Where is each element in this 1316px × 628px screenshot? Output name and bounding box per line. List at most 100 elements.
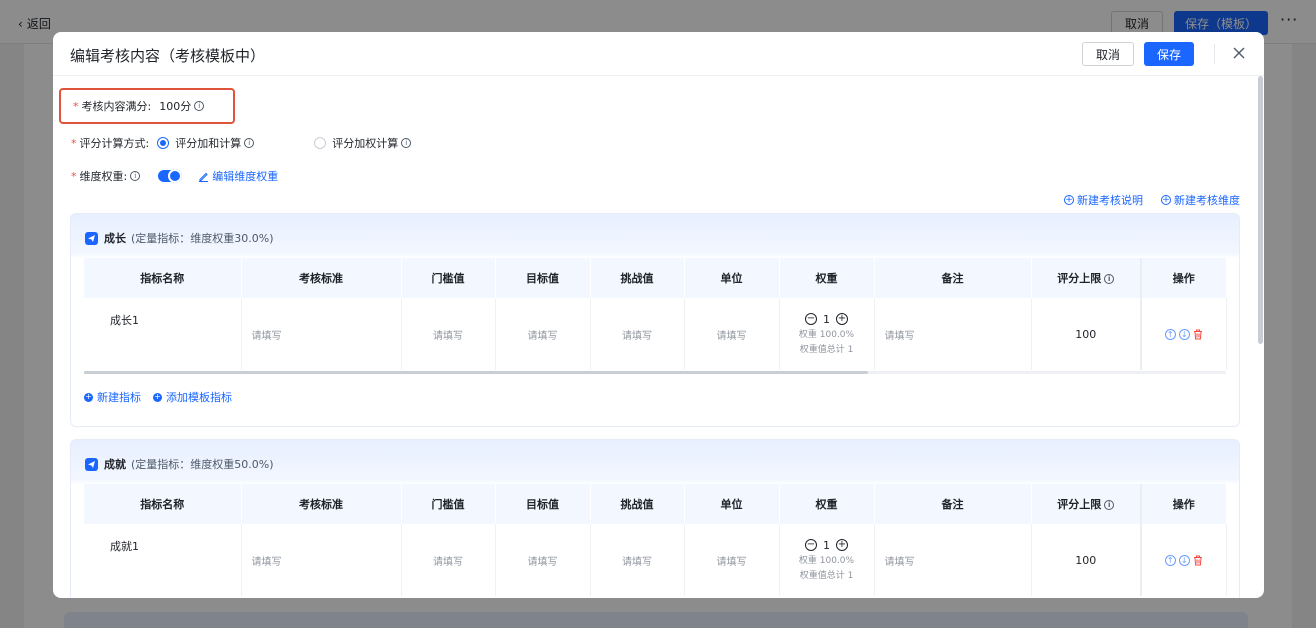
col-target: 目标值 xyxy=(495,484,591,524)
calc-method-row: * 评分计算方式: 评分加和计算 i 评分加权计算 i xyxy=(71,135,412,151)
table-header-row: 指标名称 考核标准 门槛值 目标值 挑战值 单位 权重 备注 评分上限 i 操作 xyxy=(84,484,1227,524)
unit-input[interactable]: 请填写 xyxy=(684,524,780,596)
scrollbar-thumb[interactable] xyxy=(1258,76,1263,344)
edit-dimension-weight-link[interactable]: 编辑维度权重 xyxy=(198,168,278,184)
col-challenge: 挑战值 xyxy=(590,484,685,524)
weight-stepper: − 1 + xyxy=(805,539,848,552)
unit-input[interactable]: 请填写 xyxy=(684,298,780,370)
info-icon[interactable]: i xyxy=(1104,500,1115,510)
weight-stepper: − 1 + xyxy=(805,313,848,326)
dimension-weight-label: 维度权重: xyxy=(79,170,128,183)
table-row: 成就1 请填写 请填写 请填写 请填写 请填写 − 1 + 权重 100.0% … xyxy=(84,524,1227,596)
col-score-limit-label: 评分上限 xyxy=(1057,272,1102,285)
cancel-button[interactable]: 取消 xyxy=(1082,42,1134,66)
score-limit-value[interactable]: 100 xyxy=(1031,298,1142,370)
target-input[interactable]: 请填写 xyxy=(495,524,591,596)
remark-input[interactable]: 请填写 xyxy=(874,298,1032,370)
dimension-card-achievement: 成就 (定量指标：维度权重50.0%) 指标名称 考核标准 门槛值 目标值 挑战… xyxy=(70,439,1240,598)
full-score-label: 考核内容满分: xyxy=(81,100,152,113)
col-standard: 考核标准 xyxy=(241,258,402,298)
new-indicator-link[interactable]: + 新建指标 xyxy=(84,389,141,405)
save-button[interactable]: 保存 xyxy=(1144,42,1194,66)
standard-input[interactable]: 请填写 xyxy=(241,298,402,370)
standard-input[interactable]: 请填写 xyxy=(241,524,402,596)
weight-percent: 权重 100.0% xyxy=(798,329,855,340)
indicator-table: 指标名称 考核标准 门槛值 目标值 挑战值 单位 权重 备注 评分上限 i 操作 … xyxy=(84,258,1227,370)
target-input[interactable]: 请填写 xyxy=(495,298,591,370)
new-note-label: 新建考核说明 xyxy=(1077,194,1143,207)
col-score-limit-label: 评分上限 xyxy=(1057,498,1102,511)
col-standard: 考核标准 xyxy=(241,484,402,524)
delete-icon[interactable] xyxy=(1193,329,1203,340)
move-up-icon[interactable]: ↑ xyxy=(1164,554,1176,566)
col-challenge: 挑战值 xyxy=(590,258,685,298)
weight-percent: 权重 100.0% xyxy=(798,555,855,566)
move-down-icon[interactable]: ↓ xyxy=(1178,328,1190,340)
weight-value[interactable]: 1 xyxy=(823,539,830,552)
indicator-name-cell[interactable]: 成长1 xyxy=(84,298,242,370)
modal-header: 编辑考核内容（考核模板中） 取消 保存 xyxy=(53,32,1264,76)
dimension-note: (定量指标：维度权重50.0%) xyxy=(131,458,274,471)
move-down-icon[interactable]: ↓ xyxy=(1178,554,1190,566)
info-icon[interactable]: i xyxy=(1104,274,1115,284)
minus-circle-icon[interactable]: − xyxy=(805,313,817,325)
dimension-note: (定量指标：维度权重30.0%) xyxy=(131,232,274,245)
threshold-input[interactable]: 请填写 xyxy=(401,524,496,596)
col-threshold: 门槛值 xyxy=(401,484,496,524)
delete-icon[interactable] xyxy=(1193,555,1203,566)
info-icon[interactable]: i xyxy=(194,101,205,111)
table-hscrollbar[interactable] xyxy=(84,371,1226,374)
table-row: 成长1 请填写 请填写 请填写 请填写 请填写 − 1 + 权重 100.0% … xyxy=(84,298,1227,370)
remark-input[interactable]: 请填写 xyxy=(874,524,1032,596)
col-target: 目标值 xyxy=(495,258,591,298)
radio-unselected-icon xyxy=(314,137,327,149)
col-score-limit: 评分上限 i xyxy=(1031,484,1142,524)
weight-total: 权重值总计 1 xyxy=(799,344,854,355)
dimension-name: 成就 xyxy=(104,458,126,471)
move-up-icon[interactable]: ↑ xyxy=(1164,328,1176,340)
col-score-limit: 评分上限 i xyxy=(1031,258,1142,298)
edit-content-modal: 编辑考核内容（考核模板中） 取消 保存 * 考核内容满分: 100分 i * 评… xyxy=(53,32,1264,598)
operations-cell: ↑ ↓ xyxy=(1140,524,1227,596)
dimension-card-growth: 成长 (定量指标：维度权重30.0%) 指标名称 考核标准 门槛值 目标值 挑战… xyxy=(70,213,1240,427)
radio-sum-calc[interactable]: 评分加和计算 i xyxy=(157,135,255,151)
col-unit: 单位 xyxy=(684,258,780,298)
dimension-weight-toggle[interactable] xyxy=(158,169,183,183)
minus-circle-icon[interactable]: − xyxy=(805,539,817,551)
top-links: + 新建考核说明 + 新建考核维度 xyxy=(1064,192,1240,208)
card-actions: + 新建指标 + 添加模板指标 xyxy=(84,389,232,405)
plus-circle-icon[interactable]: + xyxy=(836,539,848,551)
hscroll-thumb[interactable] xyxy=(84,371,868,374)
indicator-name-cell[interactable]: 成就1 xyxy=(84,524,242,596)
info-icon[interactable]: i xyxy=(130,171,141,181)
col-operations: 操作 xyxy=(1140,258,1227,298)
challenge-input[interactable]: 请填写 xyxy=(590,524,685,596)
indicator-table: 指标名称 考核标准 门槛值 目标值 挑战值 单位 权重 备注 评分上限 i 操作 … xyxy=(84,484,1227,596)
dimension-icon xyxy=(85,231,98,245)
required-mark: * xyxy=(71,136,77,150)
plus-circle-icon[interactable]: + xyxy=(836,313,848,325)
info-icon[interactable]: i xyxy=(401,138,412,148)
dimension-name: 成长 xyxy=(104,232,126,245)
threshold-input[interactable]: 请填写 xyxy=(401,298,496,370)
radio-weighted-calc-label: 评分加权计算 xyxy=(332,137,399,150)
close-icon[interactable] xyxy=(1229,43,1249,63)
full-score-row: * 考核内容满分: 100分 i xyxy=(59,88,235,124)
new-dimension-link[interactable]: + 新建考核维度 xyxy=(1161,192,1240,208)
score-limit-value[interactable]: 100 xyxy=(1031,524,1142,596)
edit-dimension-weight-label: 编辑维度权重 xyxy=(212,170,279,183)
edit-icon xyxy=(199,172,209,182)
weight-value[interactable]: 1 xyxy=(823,313,830,326)
add-template-indicator-link[interactable]: + 添加模板指标 xyxy=(153,389,232,405)
modal-scrollbar[interactable] xyxy=(1256,76,1264,598)
radio-weighted-calc[interactable]: 评分加权计算 i xyxy=(314,135,412,151)
radio-selected-icon xyxy=(157,137,170,149)
info-icon[interactable]: i xyxy=(244,138,255,148)
table-header-row: 指标名称 考核标准 门槛值 目标值 挑战值 单位 权重 备注 评分上限 i 操作 xyxy=(84,258,1227,298)
dimension-weight-row: * 维度权重: i 编辑维度权重 xyxy=(71,168,278,184)
col-remark: 备注 xyxy=(874,484,1032,524)
challenge-input[interactable]: 请填写 xyxy=(590,298,685,370)
new-note-link[interactable]: + 新建考核说明 xyxy=(1064,192,1143,208)
col-indicator-name: 指标名称 xyxy=(84,258,242,298)
required-mark: * xyxy=(71,169,77,183)
